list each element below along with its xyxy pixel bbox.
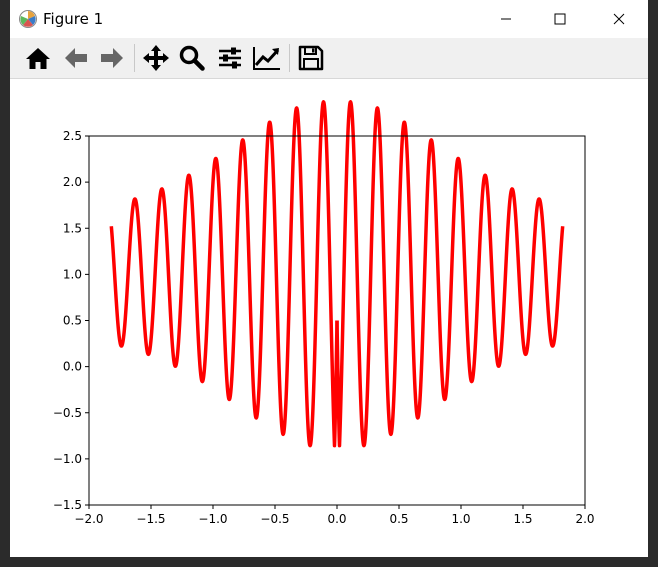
x-tick-label: 1.5 xyxy=(513,512,532,526)
floppy-disk-icon xyxy=(298,45,324,71)
move-icon xyxy=(143,45,169,71)
background-editor-strip xyxy=(0,0,10,567)
home-icon xyxy=(26,48,50,69)
arrow-left-icon xyxy=(65,48,87,68)
x-tick-label: −2.0 xyxy=(74,512,103,526)
sliders-icon xyxy=(219,47,241,69)
y-tick-label: 0.0 xyxy=(63,360,82,374)
figure-window: Figure 1 −2.0 −1.5 −1.0 −0.5 0.0 0.5 1.0… xyxy=(10,0,648,557)
close-button[interactable] xyxy=(596,0,642,38)
save-button[interactable] xyxy=(295,42,327,74)
arrow-right-icon xyxy=(101,48,123,68)
forward-button[interactable] xyxy=(96,42,128,74)
x-tick-label: −1.5 xyxy=(136,512,165,526)
line-chart: −2.0 −1.5 −1.0 −0.5 0.0 0.5 1.0 1.5 2.0 −1.5−1.0… xyxy=(10,79,648,557)
toolbar-separator xyxy=(134,44,135,72)
y-tick-label: −0.5 xyxy=(53,406,82,420)
x-tick-label: 2.0 xyxy=(575,512,594,526)
edit-axis-button[interactable] xyxy=(251,42,283,74)
minimize-button[interactable] xyxy=(483,0,529,38)
figure-background xyxy=(10,79,648,557)
title-bar: Figure 1 xyxy=(10,0,648,38)
subplots-button[interactable] xyxy=(214,42,246,74)
maximize-button[interactable] xyxy=(537,0,583,38)
x-tick-label: −0.5 xyxy=(260,512,289,526)
figure-canvas[interactable]: −2.0 −1.5 −1.0 −0.5 0.0 0.5 1.0 1.5 2.0 −1.5 −1.0… xyxy=(10,79,648,557)
y-tick-label: 1.5 xyxy=(63,221,82,235)
y-tick-label: 2.0 xyxy=(63,175,82,189)
x-tick-label: 0.5 xyxy=(389,512,408,526)
matplotlib-icon xyxy=(18,9,38,29)
zoom-button[interactable] xyxy=(176,42,208,74)
maximize-icon xyxy=(554,13,566,25)
back-button[interactable] xyxy=(60,42,92,74)
magnifier-icon xyxy=(179,45,205,71)
pan-button[interactable] xyxy=(140,42,172,74)
y-tick-label: 2.5 xyxy=(63,129,82,143)
navigation-toolbar xyxy=(10,38,648,79)
close-icon xyxy=(613,13,625,25)
home-button[interactable] xyxy=(22,42,54,74)
y-tick-label: −1.0 xyxy=(53,452,82,466)
chart-line-icon xyxy=(253,47,280,70)
y-tick-label: 0.5 xyxy=(63,314,82,328)
toolbar-separator xyxy=(289,44,290,72)
window-title: Figure 1 xyxy=(43,10,104,28)
x-tick-label: −1.0 xyxy=(198,512,227,526)
x-tick-label: 0.0 xyxy=(327,512,346,526)
x-tick-label: 1.0 xyxy=(451,512,470,526)
y-tick-label: 1.0 xyxy=(63,267,82,281)
y-tick-label: −1.5 xyxy=(53,498,82,512)
minimize-icon xyxy=(501,18,511,20)
background-editor-bottom xyxy=(0,557,658,567)
